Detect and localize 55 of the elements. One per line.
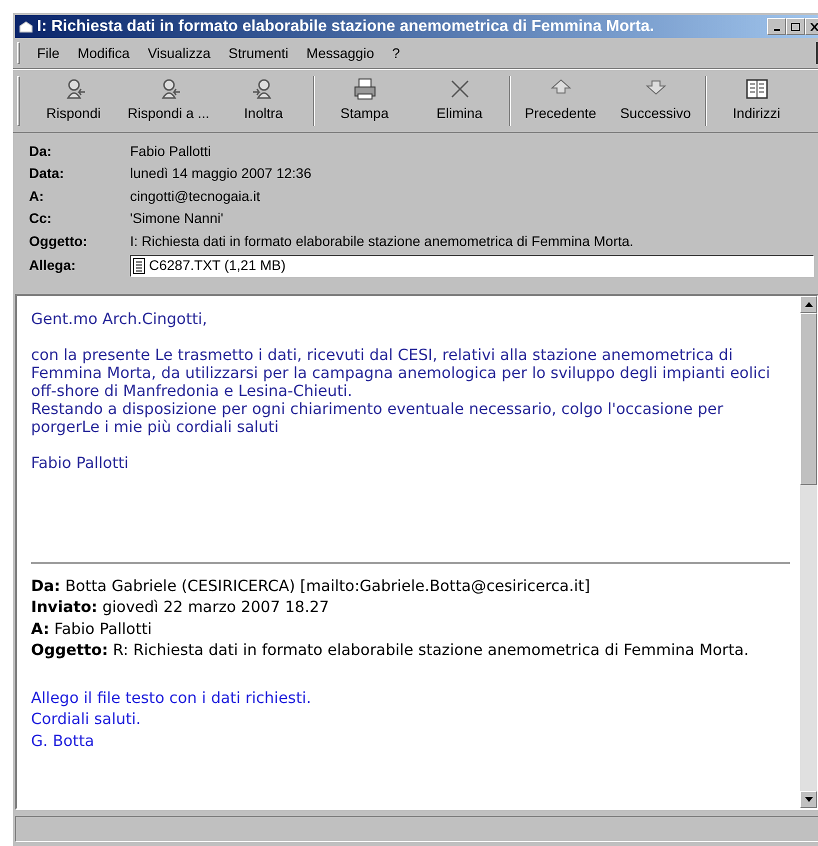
close-icon — [448, 78, 470, 100]
menu-item[interactable]: ? — [383, 42, 409, 64]
maximize-button[interactable] — [786, 18, 805, 35]
menu-item[interactable]: File — [28, 42, 69, 64]
field-value: I: Richiesta dati in formato elaborabile stazione anemometrica di Femmina Morta. — [130, 232, 634, 251]
field-label: Allega: — [29, 256, 77, 275]
body-paragraph: Gent.mo Arch.Cingotti, — [31, 310, 208, 328]
field-label: Da: — [29, 142, 53, 161]
toolbar-button[interactable]: Indirizzi — [709, 76, 804, 126]
menu-item[interactable]: Messaggio — [297, 42, 384, 64]
up-arrow-icon — [550, 78, 572, 96]
scroll-up-button[interactable] — [800, 296, 817, 312]
toolbar-button[interactable]: Inoltra — [216, 76, 311, 126]
quoted-body-line: Cordiali saluti. — [31, 709, 142, 730]
quoted-header-line: Inviato: giovedì 22 marzo 2007 18.27 — [31, 597, 330, 618]
document-icon — [133, 258, 145, 274]
toolbar-button[interactable]: Elimina — [412, 76, 507, 126]
toolbar-button[interactable]: Rispondi a ... — [121, 76, 216, 126]
menu-item[interactable]: Strumenti — [219, 42, 298, 64]
toolbar-button[interactable]: Stampa — [317, 76, 412, 126]
toolbar-button[interactable]: Successivo — [608, 76, 703, 126]
close-icon — [810, 22, 818, 30]
body-paragraph: con la presente Le trasmetto i dati, ricevuti dal CESI, relativi alla stazione anemometrica di Femmina Morta, da utilizzarsi per la campagna anemologica per lo sviluppo degli impianti eolici off-shore di Manfredonia e Lesina-Chieuti. Restando a disposizione per ogni chiarimento eventuale necessario, colgo l'occasione per porgerLe i mie più cordiali saluti — [31, 346, 772, 436]
window-title: I: Richiesta dati in formato elaborabile stazione anemometrica di Femmina Morta. — [37, 18, 654, 36]
attachment-name[interactable]: C6287.TXT (1,21 MB) — [149, 255, 286, 276]
quoted-body-line: Allego il file testo con i dati richiesti. — [31, 688, 312, 708]
down-arrow-icon — [644, 78, 666, 96]
field-label: A: — [29, 186, 45, 206]
quoted-header-line: Da: Botta Gabriele (CESIRICERCA) [mailto:Gabriele.Botta@cesiricerca.it] — [31, 576, 592, 596]
up-triangle-icon — [804, 302, 812, 306]
field-label: Data: — [29, 164, 66, 184]
maximize-icon — [791, 22, 800, 30]
printer-icon — [352, 78, 376, 100]
quoted-header-line: A: Fabio Pallotti — [31, 618, 153, 640]
body-paragraph: Fabio Pallotti — [31, 454, 130, 472]
scroll-down-button[interactable] — [800, 790, 817, 808]
menu-item[interactable]: Visualizza — [138, 42, 220, 64]
toolbar-button[interactable]: Precedente — [513, 76, 608, 126]
down-triangle-icon — [804, 796, 812, 802]
quoted-header-line: Oggetto: R: Richiesta dati in formato elaborabile stazione anemometrica di Femmina Morta. — [31, 640, 750, 661]
field-value: Fabio Pallotti — [130, 142, 211, 161]
field-label: Oggetto: — [29, 232, 88, 251]
field-value: 'Simone Nanni' — [130, 209, 224, 228]
menu-item[interactable]: Modifica — [68, 42, 139, 64]
scrollbar[interactable] — [800, 296, 817, 808]
minimize-button[interactable] — [767, 18, 786, 35]
toolbar-button[interactable]: Rispondi — [26, 76, 121, 126]
attachment-field[interactable]: C6287.TXT (1,21 MB) — [130, 254, 814, 276]
field-value: cingotti@tecnogaia.it — [130, 186, 260, 206]
minimize-icon — [774, 28, 780, 30]
field-label: Cc: — [29, 209, 53, 228]
field-value: lunedì 14 maggio 2007 12:36 — [130, 164, 312, 184]
quoted-body-line: G. Botta — [31, 730, 96, 752]
scroll-thumb[interactable] — [800, 312, 817, 484]
book-icon — [744, 78, 768, 100]
